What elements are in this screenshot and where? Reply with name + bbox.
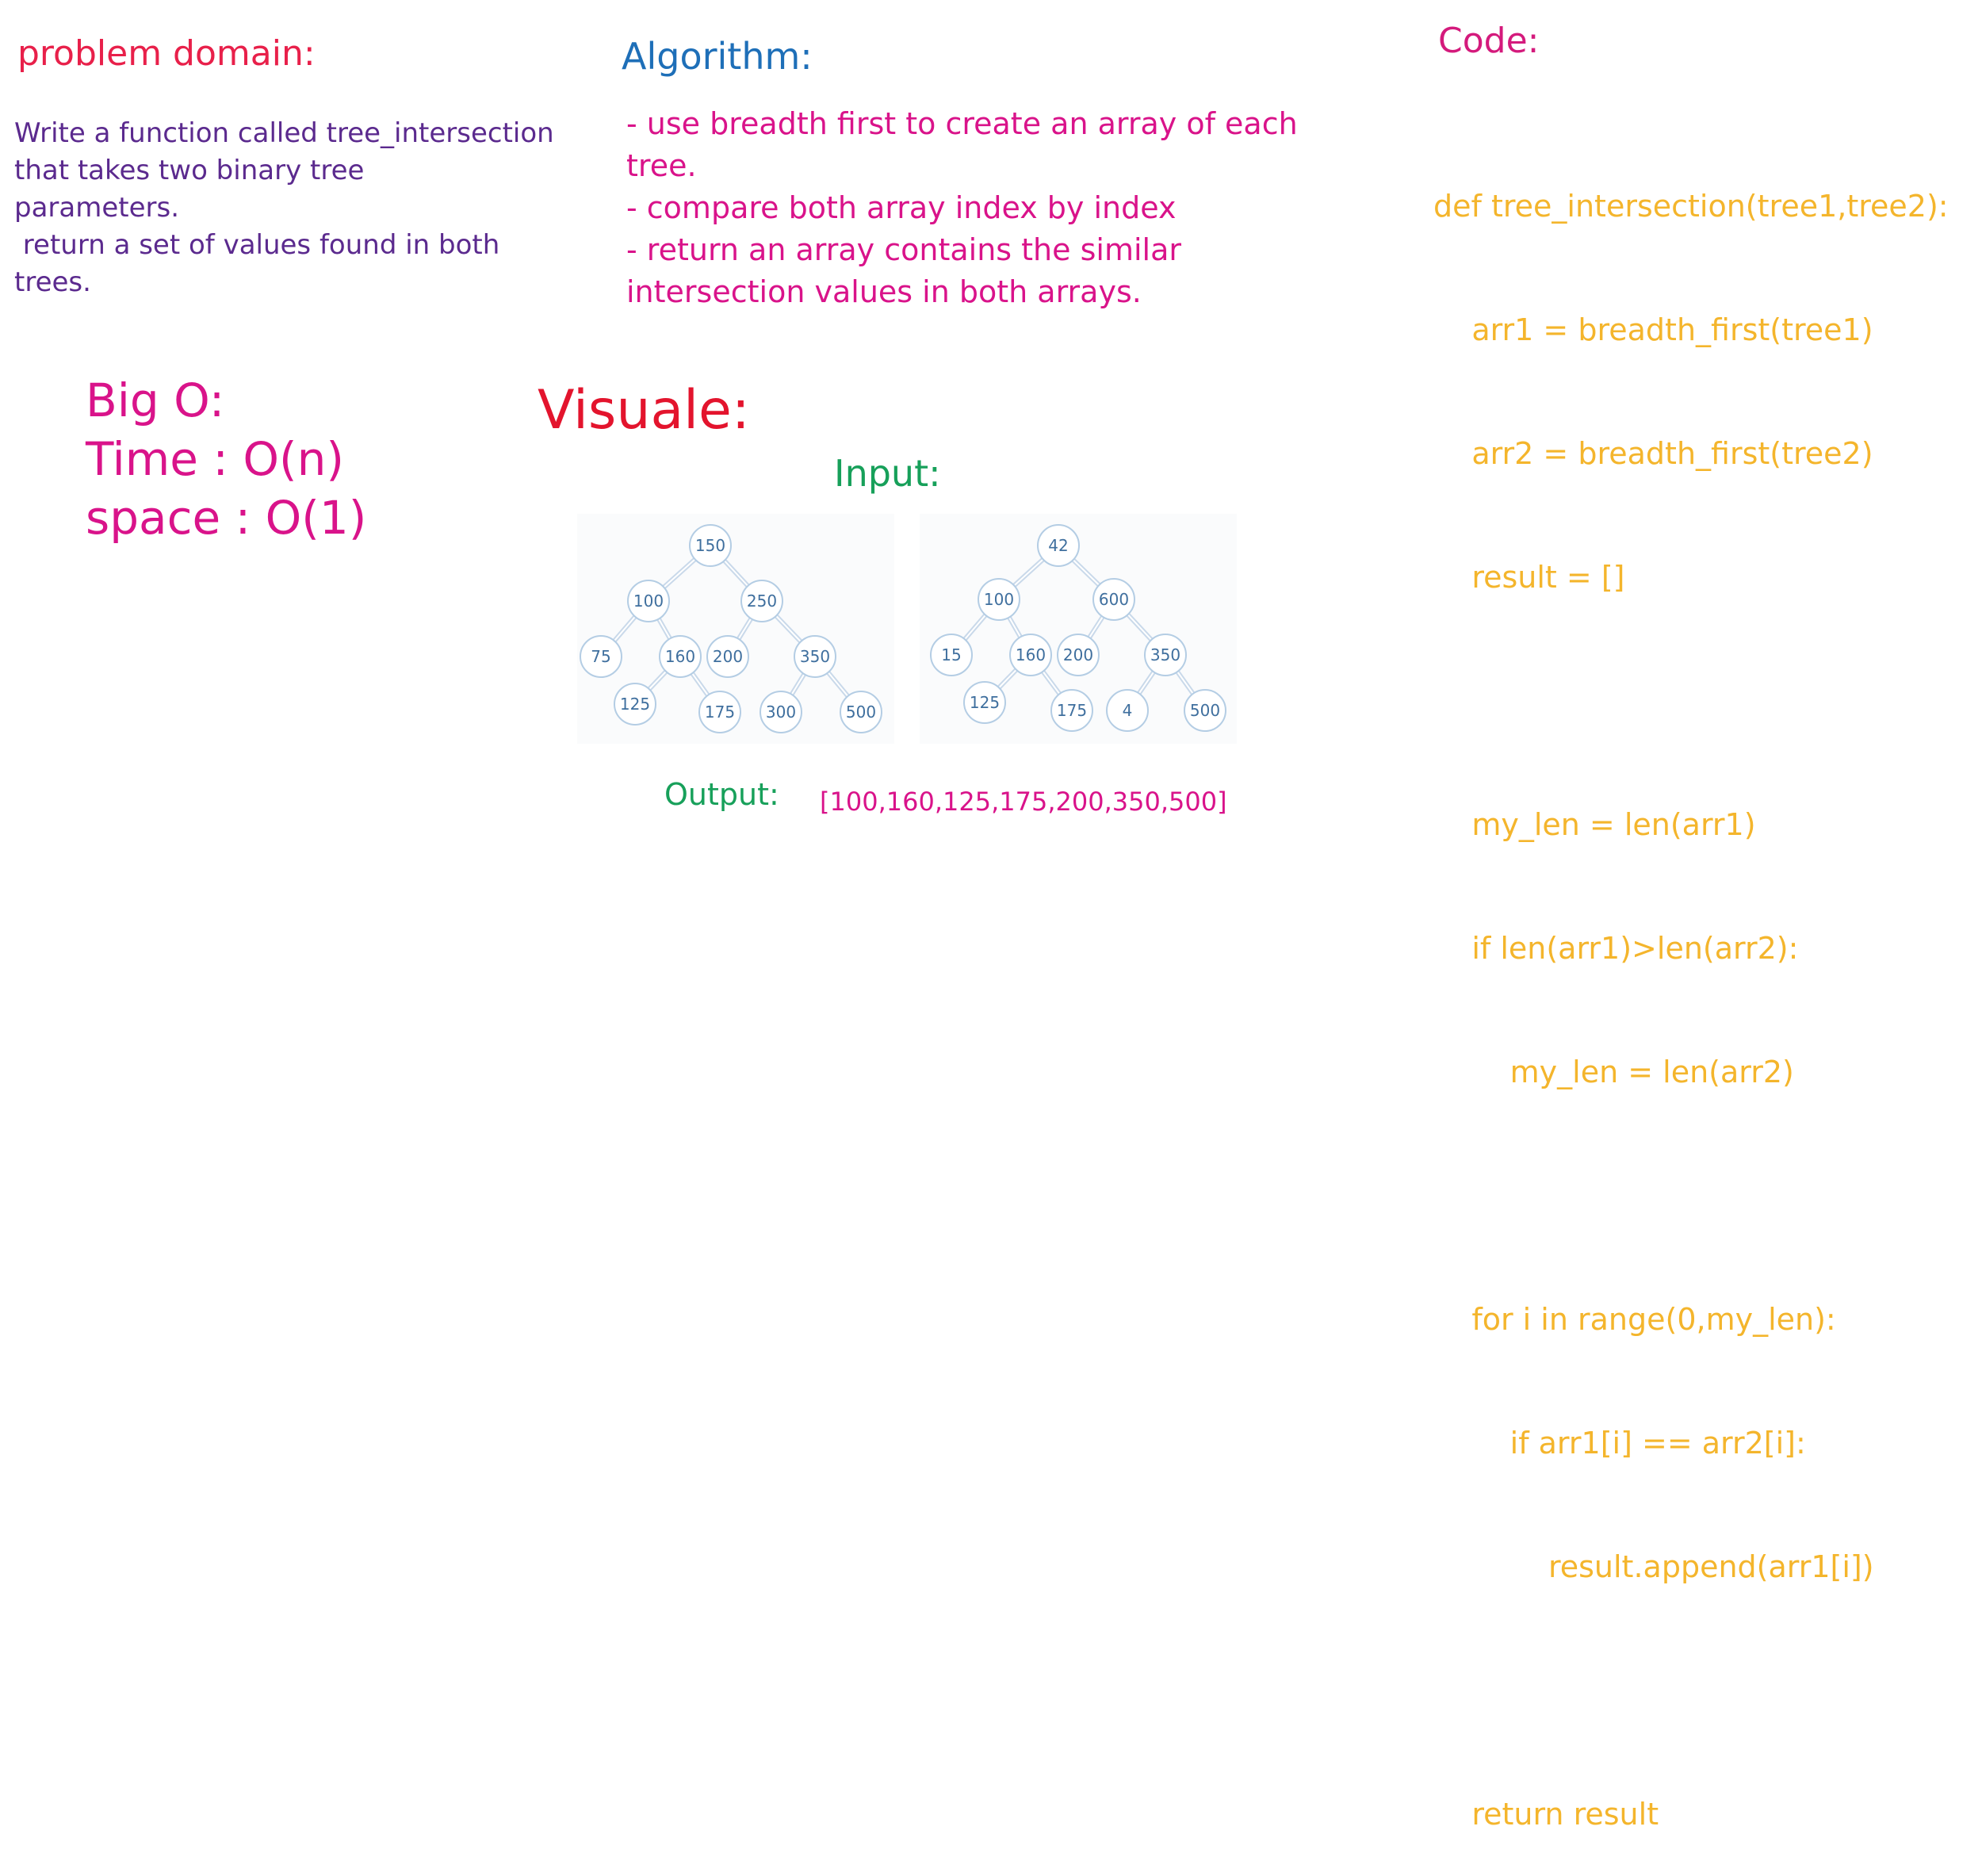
tree-node: 150: [689, 524, 732, 567]
tree-node: 600: [1092, 578, 1135, 621]
tree-node: 175: [698, 691, 741, 733]
tree-node-label: 150: [695, 536, 725, 555]
tree-node: 500: [1184, 689, 1226, 732]
tree-node: 350: [794, 635, 836, 678]
input-label: Input:: [834, 452, 941, 495]
code-line: arr2 = breadth_first(tree2): [1433, 436, 1873, 471]
code-line: my_len = len(arr1): [1433, 807, 1756, 842]
tree-node: 350: [1144, 634, 1187, 676]
problem-domain-line: return a set of values found in both: [14, 229, 500, 261]
tree-node-label: 250: [747, 592, 777, 611]
big-o-time: Time : O(n): [86, 432, 345, 486]
code-line: ​: [1433, 1670, 1949, 1711]
tree-node: 160: [659, 635, 702, 678]
algorithm-title: Algorithm:: [622, 35, 813, 78]
problem-domain-line: trees.: [14, 266, 91, 298]
tree-node-label: 175: [1057, 701, 1087, 720]
tree-node-label: 125: [970, 693, 1000, 712]
tree-node: 100: [627, 580, 670, 622]
problem-domain-line: Write a function called tree_intersectio…: [14, 117, 554, 149]
code-line: if arr1[i] == arr2[i]:: [1433, 1426, 1806, 1461]
code-line: return result: [1433, 1797, 1659, 1832]
tree-node-label: 200: [1063, 645, 1093, 664]
algorithm-line: tree.: [626, 148, 697, 183]
tree-node: 42: [1037, 524, 1080, 567]
algorithm-line: - compare both array index by index: [626, 190, 1177, 225]
algorithm-line: intersection values in both arrays.: [626, 274, 1142, 309]
code-line: for i in range(0,my_len):: [1433, 1302, 1836, 1337]
output-label: Output:: [664, 777, 779, 812]
tree-node-label: 42: [1048, 536, 1068, 555]
algorithm-text: - use breadth first to create an array o…: [626, 103, 1298, 313]
tree-node-label: 350: [1150, 645, 1180, 664]
code-line: ​: [1433, 680, 1949, 722]
big-o-title: Big O:: [86, 373, 225, 427]
tree-node: 500: [840, 691, 882, 733]
tree-node-label: 100: [984, 590, 1014, 609]
tree-node: 125: [963, 681, 1006, 724]
code-line: if len(arr1)>len(arr2):: [1433, 931, 1799, 966]
tree-node: 250: [740, 580, 783, 622]
problem-domain-line: parameters.: [14, 192, 180, 224]
big-o-block: Big O: Time : O(n) space : O(1): [86, 371, 366, 547]
problem-domain-line: that takes two binary tree: [14, 155, 365, 186]
tree-node: 75: [580, 635, 622, 678]
tree-node-label: 75: [591, 647, 610, 666]
tree-node-label: 200: [713, 647, 743, 666]
tree-node: 15: [930, 634, 973, 676]
tree-node-label: 500: [846, 703, 876, 722]
tree-node-label: 100: [633, 592, 664, 611]
code-line: ​: [1433, 1175, 1949, 1216]
code-line: arr1 = breadth_first(tree1): [1433, 312, 1873, 347]
tree-node: 200: [1057, 634, 1100, 676]
visual-title: Visuale:: [538, 379, 750, 442]
code-title: Code:: [1438, 21, 1540, 61]
code-line: result = []: [1433, 560, 1625, 595]
tree-node: 100: [978, 578, 1020, 621]
output-value: [100,160,125,175,200,350,500]: [820, 787, 1227, 817]
input-tree-1: 150 100 250 75 160 200 350 125 175 300 500: [577, 514, 894, 744]
tree-node-label: 160: [1016, 645, 1046, 664]
tree-node: 160: [1009, 634, 1052, 676]
tree-node-label: 160: [665, 647, 695, 666]
code-line: result.append(arr1[i]): [1433, 1549, 1874, 1584]
tree-node-label: 300: [766, 703, 796, 722]
tree-node-label: 175: [705, 703, 735, 722]
problem-domain-title: problem domain:: [17, 33, 316, 74]
tree-node: 4: [1106, 689, 1149, 732]
tree-node-label: 500: [1190, 701, 1220, 720]
code-block: def tree_intersection(tree1,tree2): arr1…: [1433, 103, 1949, 1876]
code-line: def tree_intersection(tree1,tree2):: [1433, 189, 1949, 224]
tree-node: 200: [706, 635, 749, 678]
algorithm-line: - use breadth first to create an array o…: [626, 106, 1298, 141]
tree-node-label: 350: [800, 647, 830, 666]
tree-node-label: 15: [941, 645, 961, 664]
tree-node-label: 4: [1123, 701, 1133, 720]
code-line: my_len = len(arr2): [1433, 1055, 1794, 1089]
tree-node: 300: [760, 691, 802, 733]
tree-node-label: 125: [620, 695, 650, 714]
problem-domain-text: Write a function called tree_intersectio…: [14, 115, 554, 301]
tree-node: 125: [614, 683, 656, 726]
tree-node-label: 600: [1099, 590, 1129, 609]
big-o-space: space : O(1): [86, 491, 367, 545]
input-tree-2: 42 100 600 15 160 200 350 125 175 4 500: [920, 514, 1237, 744]
algorithm-line: - return an array contains the similar: [626, 232, 1181, 267]
tree-node: 175: [1050, 689, 1093, 732]
